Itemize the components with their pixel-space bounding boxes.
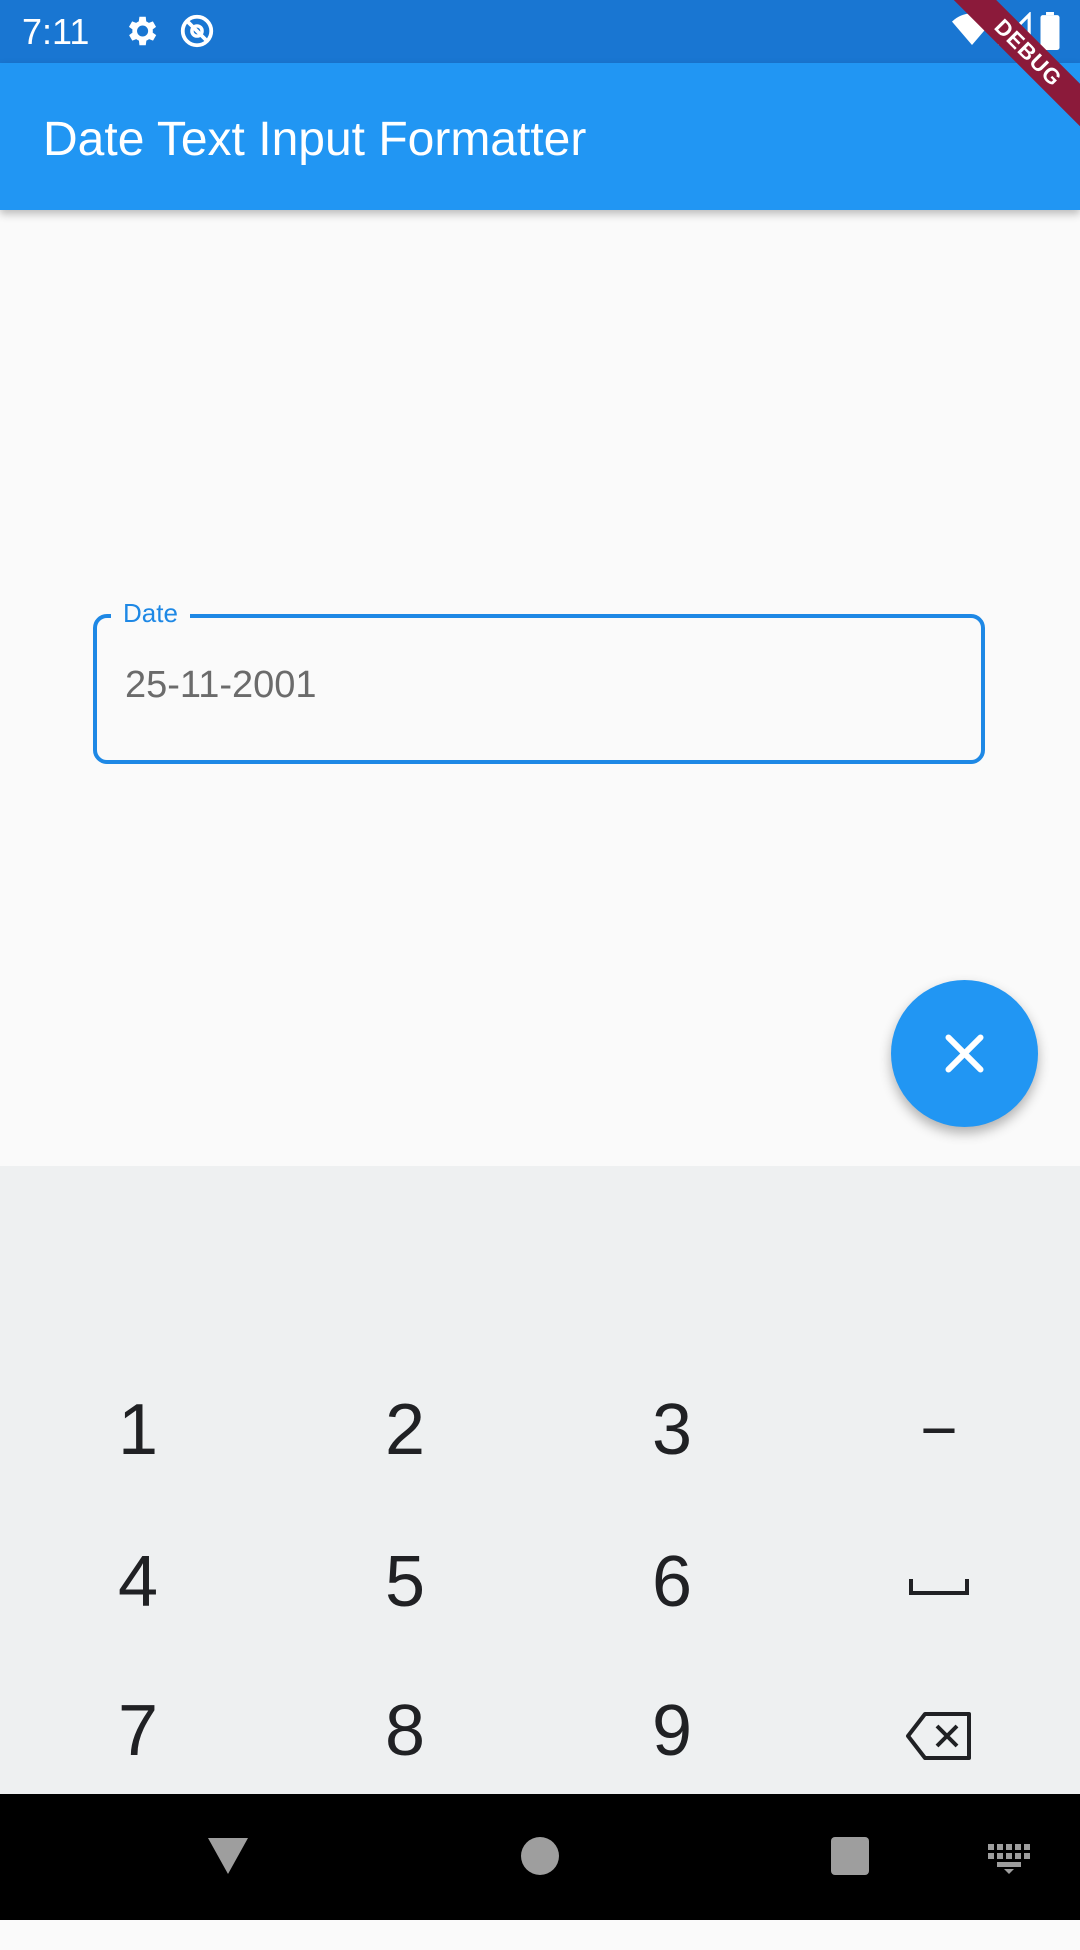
home-icon[interactable]	[520, 1836, 560, 1881]
key-4[interactable]: 4	[18, 1517, 258, 1647]
key-1[interactable]: 1	[18, 1365, 258, 1495]
status-time: 7:11	[22, 11, 90, 52]
key-backspace[interactable]	[819, 1666, 1059, 1796]
settings-icon	[122, 12, 162, 52]
key-7[interactable]: 7	[18, 1666, 258, 1796]
recents-icon[interactable]	[830, 1836, 870, 1881]
status-bar: 7:11	[0, 0, 1080, 63]
key-5[interactable]: 5	[285, 1517, 525, 1647]
navigation-bar	[0, 1794, 1080, 1920]
app-title: Date Text Input Formatter	[43, 113, 587, 166]
space-icon	[909, 1578, 969, 1595]
key-8[interactable]: 8	[285, 1666, 525, 1796]
app-bar: Date Text Input Formatter	[0, 63, 1080, 210]
key-3[interactable]: 3	[552, 1365, 792, 1495]
date-field-label: Date	[111, 598, 190, 629]
date-field-value[interactable]: 25-11-2001	[125, 664, 317, 707]
date-field[interactable]: Date 25-11-2001	[93, 598, 985, 764]
clear-fab-button[interactable]	[891, 980, 1038, 1127]
sync-disabled-icon	[178, 12, 218, 52]
key-6[interactable]: 6	[552, 1517, 792, 1647]
key-dash[interactable]: −	[819, 1365, 1059, 1495]
backspace-icon	[906, 1711, 971, 1760]
keyboard-switch-icon[interactable]	[988, 1844, 1030, 1879]
numeric-keyboard: 1 2 3 − 4 5 6 7 8 9 / : 0 .	[0, 1166, 1080, 1925]
battery-icon	[1040, 12, 1080, 52]
key-9[interactable]: 9	[552, 1666, 792, 1796]
signal-icon	[997, 11, 1038, 52]
key-2[interactable]: 2	[285, 1365, 525, 1495]
back-icon[interactable]	[206, 1834, 250, 1883]
wifi-icon	[952, 12, 992, 52]
close-icon	[945, 1034, 984, 1073]
key-space[interactable]	[819, 1517, 1059, 1647]
